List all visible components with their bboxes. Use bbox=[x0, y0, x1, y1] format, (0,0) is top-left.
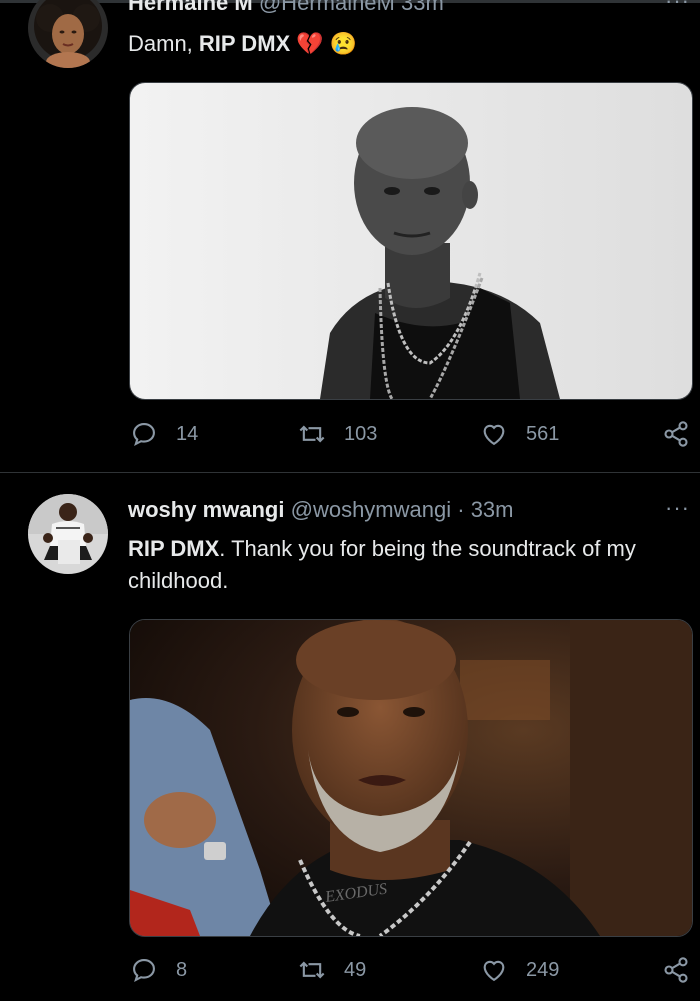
tweet-text: RIP DMX. Thank you for being the soundtr… bbox=[128, 533, 698, 597]
like-button[interactable]: 249 bbox=[480, 956, 559, 984]
tweet-2[interactable]: woshy mwangi @woshymwangi · 33m ··· RIP … bbox=[0, 473, 700, 1001]
timestamp[interactable]: 33m bbox=[471, 497, 514, 522]
share-icon bbox=[664, 957, 688, 983]
crying-face-icon: 😢 bbox=[329, 31, 358, 56]
reply-button[interactable]: 14 bbox=[130, 420, 198, 448]
reply-count: 14 bbox=[176, 422, 199, 445]
reply-icon bbox=[133, 959, 155, 982]
separator-dot: · bbox=[457, 497, 465, 522]
tweet-1[interactable]: Hermaine M @HermaineM 33m ··· Damn, RIP … bbox=[0, 0, 700, 472]
tweet-text-plain: Damn, bbox=[128, 31, 199, 56]
tweet-image[interactable]: EXODUS bbox=[129, 619, 693, 937]
tweet-actions: 8 49 249 bbox=[128, 956, 698, 988]
timestamp[interactable]: 33m bbox=[401, 0, 444, 15]
tweet-text: Damn, RIP DMX 💔 😢 bbox=[128, 28, 698, 60]
like-count: 561 bbox=[526, 422, 560, 445]
like-count: 249 bbox=[526, 958, 560, 981]
tweet-header: woshy mwangi @woshymwangi · 33m bbox=[128, 497, 513, 523]
user-handle[interactable]: @HermaineM bbox=[259, 0, 395, 15]
broken-heart-icon: 💔 bbox=[296, 31, 324, 56]
reply-button[interactable]: 8 bbox=[130, 956, 187, 984]
avatar[interactable] bbox=[28, 0, 108, 68]
retweet-icon bbox=[299, 425, 325, 443]
retweet-button[interactable]: 49 bbox=[298, 956, 366, 984]
user-handle[interactable]: @woshymwangi bbox=[291, 497, 452, 522]
share-button[interactable] bbox=[662, 420, 700, 448]
display-name[interactable]: Hermaine M bbox=[128, 0, 253, 15]
share-button[interactable] bbox=[662, 956, 700, 984]
tweet-header: Hermaine M @HermaineM 33m bbox=[128, 0, 444, 16]
like-icon bbox=[483, 960, 505, 982]
retweet-button[interactable]: 103 bbox=[298, 420, 377, 448]
reply-icon bbox=[133, 423, 155, 446]
share-icon bbox=[664, 421, 688, 447]
display-name[interactable]: woshy mwangi bbox=[128, 497, 284, 522]
like-icon bbox=[483, 424, 505, 446]
retweet-count: 49 bbox=[344, 958, 367, 981]
tweet-text-bold: RIP DMX bbox=[128, 536, 220, 561]
like-button[interactable]: 561 bbox=[480, 420, 559, 448]
avatar[interactable] bbox=[28, 494, 108, 574]
tweet-text-bold: RIP DMX bbox=[198, 31, 291, 56]
reply-count: 8 bbox=[176, 958, 188, 981]
more-icon[interactable]: ··· bbox=[665, 0, 690, 14]
tweet-actions: 14 103 561 bbox=[128, 420, 698, 452]
more-icon[interactable]: ··· bbox=[665, 495, 690, 521]
retweet-icon bbox=[299, 961, 325, 979]
retweet-count: 103 bbox=[344, 422, 378, 445]
tweet-image[interactable] bbox=[129, 82, 693, 400]
